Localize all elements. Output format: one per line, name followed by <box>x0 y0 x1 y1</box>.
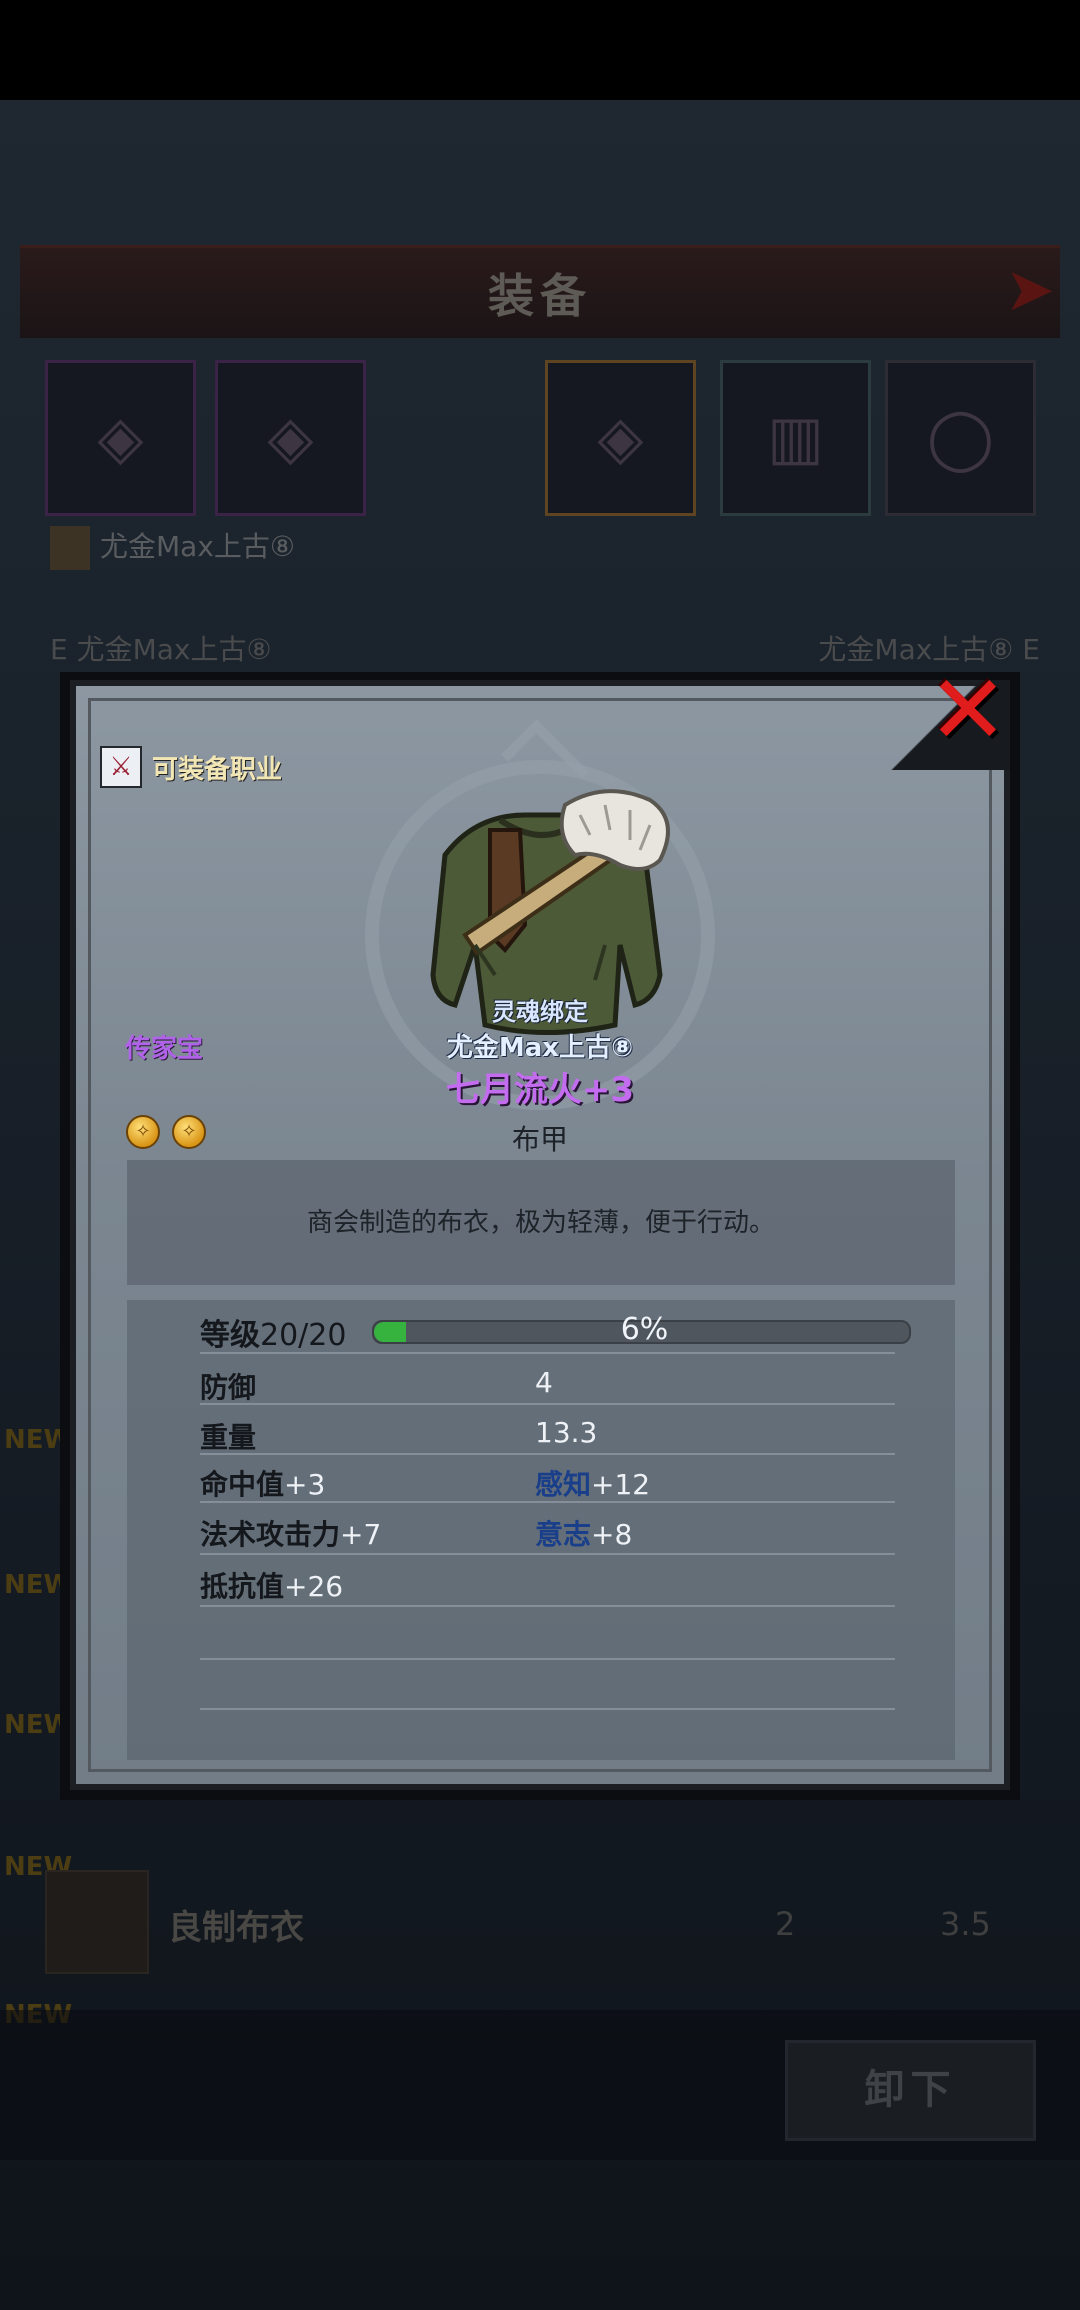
stat-label-resistance: 抵抗值 <box>200 1570 285 1603</box>
unequip-button[interactable]: 卸下 <box>785 2040 1036 2141</box>
status-bar <box>0 0 1080 100</box>
stat-label-accuracy: 命中值 <box>200 1468 285 1501</box>
list-item-name[interactable]: 良制布衣 <box>168 1900 304 1949</box>
stat-resistance: 抵抗值+26 <box>200 1565 343 1605</box>
background-owner: 尤金Max上古⑧ <box>50 525 350 575</box>
owner-tag-icon <box>50 526 90 570</box>
description-box: 商会制造的布衣，极为轻薄，便于行动。 <box>127 1160 955 1285</box>
stat-value-spell-attack: +7 <box>340 1518 382 1551</box>
list-item-value: 3.5 <box>940 1905 991 1943</box>
stat-spell-attack: 法术攻击力+7 <box>200 1513 381 1553</box>
stat-perception: 感知+12 <box>535 1463 650 1503</box>
stat-value-accuracy: +3 <box>284 1468 326 1501</box>
item-name: 七月流火+3 <box>445 1070 635 1110</box>
boots-icon: ▥ <box>767 403 824 473</box>
back-arrow-icon[interactable]: ➤ <box>1005 255 1055 325</box>
level-row: 等级20/20 <box>200 1310 346 1354</box>
background-owner-name: 尤金Max上古⑧ <box>100 530 295 563</box>
row-divider <box>200 1605 895 1607</box>
stat-value-perception: +12 <box>591 1468 651 1501</box>
hood-icon: ◈ <box>97 403 144 473</box>
stat-willpower: 意志+8 <box>535 1513 632 1553</box>
stat-value-willpower: +8 <box>591 1518 633 1551</box>
row-divider <box>200 1708 895 1710</box>
row-divider <box>200 1352 895 1354</box>
list-item-value: 2 <box>775 1905 796 1943</box>
list-item-icon[interactable] <box>45 1870 149 1974</box>
experience-percent: 6% <box>620 1312 669 1347</box>
row-divider <box>200 1501 895 1503</box>
stat-label-willpower: 意志 <box>535 1518 592 1551</box>
item-description: 商会制造的布衣，极为轻薄，便于行动。 <box>306 1208 775 1238</box>
equipment-slot[interactable]: ▥ <box>720 360 871 516</box>
row-divider <box>200 1553 895 1555</box>
hood-icon: ◈ <box>267 403 314 473</box>
stat-value-resistance: +26 <box>284 1570 344 1603</box>
rarity-label: 传家宝 <box>125 1034 204 1064</box>
equipment-slot[interactable]: ◈ <box>45 360 196 516</box>
stat-value-weight: 13.3 <box>535 1416 598 1449</box>
armor-icon: ◈ <box>597 403 644 473</box>
stat-value-defense: 4 <box>535 1366 553 1399</box>
equippable-class-row[interactable]: ⚔ 可装备职业 <box>100 745 282 789</box>
stat-label-weight: 重量 <box>200 1421 257 1454</box>
equipment-slot[interactable]: ◈ <box>545 360 696 516</box>
class-swords-icon: ⚔ <box>100 746 142 788</box>
stat-label-defense: 防御 <box>200 1371 257 1404</box>
stat-label-spell-attack: 法术攻击力 <box>200 1518 341 1551</box>
row-divider <box>200 1453 895 1455</box>
ring-icon: ◯ <box>926 403 995 473</box>
stat-accuracy: 命中值+3 <box>200 1463 325 1503</box>
soulbound-label: 灵魂绑定 <box>492 998 588 1026</box>
close-icon[interactable]: ✕ <box>918 662 1018 758</box>
gem-socket-icon[interactable]: ✧ <box>172 1115 206 1149</box>
item-type: 布甲 <box>511 1123 568 1156</box>
row-divider <box>200 1403 895 1405</box>
row-divider <box>200 1658 895 1660</box>
background-title: 装备 <box>488 269 592 323</box>
equipment-slot[interactable]: ◈ <box>215 360 366 516</box>
equippable-class-label: 可装备职业 <box>152 754 283 785</box>
equipment-slot[interactable]: ◯ <box>885 360 1036 516</box>
compare-left-label: E 尤金Max上古⑧ <box>50 633 272 666</box>
stat-label-perception: 感知 <box>535 1468 592 1501</box>
level-value: 20/20 <box>260 1318 347 1353</box>
gem-socket-icon[interactable]: ✧ <box>126 1115 160 1149</box>
level-label: 等级 <box>200 1318 260 1353</box>
owner-label: 尤金Max上古⑧ <box>446 1033 634 1063</box>
